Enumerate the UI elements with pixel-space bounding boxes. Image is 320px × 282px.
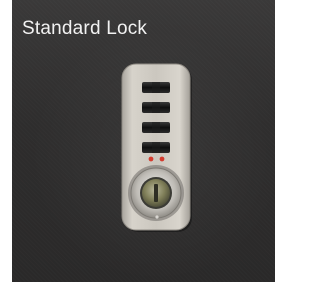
product-card[interactable]: Standard Lock xyxy=(12,0,275,282)
product-title: Standard Lock xyxy=(22,18,148,39)
combination-lock-image xyxy=(108,58,208,238)
dial-1 xyxy=(142,82,170,93)
dial-3 xyxy=(142,122,170,133)
dial-4 xyxy=(142,142,170,153)
dial-2 xyxy=(142,102,170,113)
combination-lock-icon xyxy=(121,63,192,232)
key-cylinder-icon xyxy=(128,165,184,221)
